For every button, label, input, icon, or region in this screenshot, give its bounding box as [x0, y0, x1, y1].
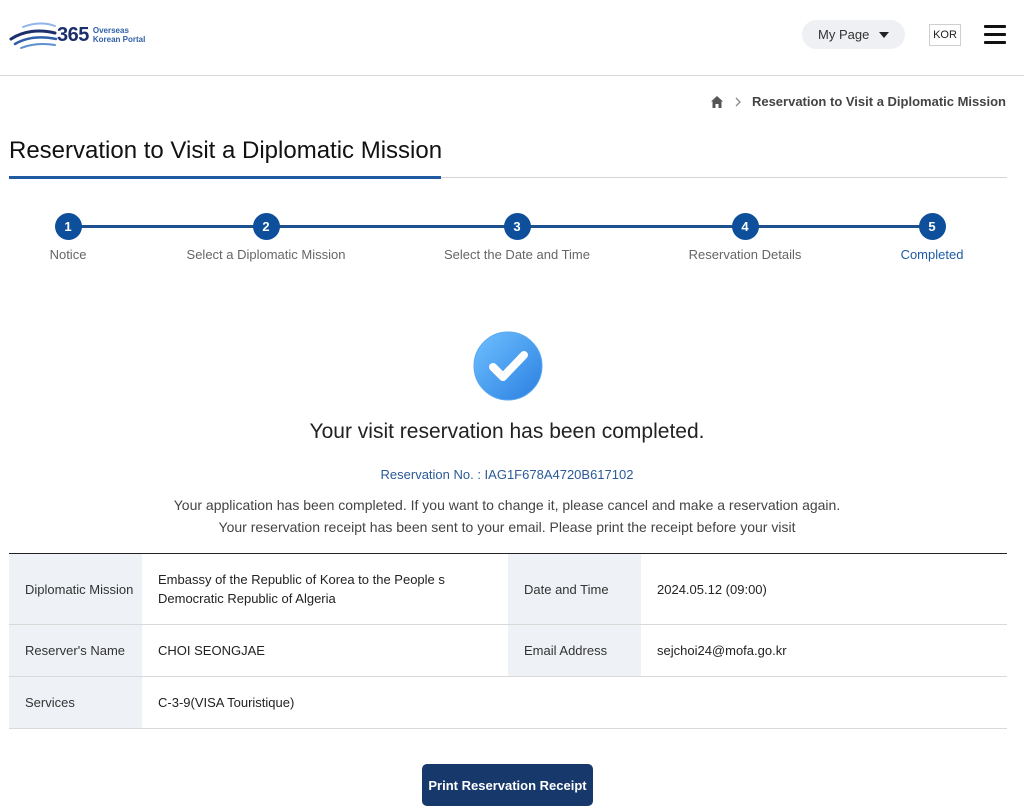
step-1-label: Notice: [49, 247, 87, 262]
site-logo[interactable]: 365 Overseas Korean Portal: [9, 17, 169, 53]
step-5-label: Completed: [900, 247, 964, 262]
breadcrumb-current[interactable]: Reservation to Visit a Diplomatic Missio…: [752, 94, 1006, 109]
step-2-label: Select a Diplomatic Mission: [186, 247, 346, 262]
table-row: Reserver's Name CHOI SEONGJAE Email Addr…: [9, 625, 1007, 677]
reservation-details-table: Diplomatic Mission Embassy of the Republ…: [9, 553, 1007, 729]
step-2-circle: 2: [252, 213, 280, 240]
logo-text: Overseas Korean Portal: [93, 26, 145, 44]
step-4-circle: 4: [731, 213, 759, 240]
step-1-circle: 1: [54, 213, 82, 240]
table-row: Diplomatic Mission Embassy of the Republ…: [9, 554, 1007, 625]
mission-value-line-1: Embassy of the Republic of Korea to the …: [158, 572, 445, 587]
email-label: Email Address: [508, 625, 641, 676]
completion-message-1: Your application has been completed. If …: [173, 497, 841, 513]
completion-title: Your visit reservation has been complete…: [309, 420, 705, 443]
home-icon[interactable]: [710, 95, 724, 109]
language-button[interactable]: KOR: [929, 24, 961, 46]
mission-label: Diplomatic Mission: [9, 554, 142, 624]
step-3-circle: 3: [503, 213, 531, 240]
page-title: Reservation to Visit a Diplomatic Missio…: [9, 137, 443, 164]
datetime-label: Date and Time: [508, 554, 641, 624]
table-row: Services C-3-9(VISA Touristique): [9, 677, 1007, 729]
site-header: 365 Overseas Korean Portal My Page KOR: [0, 0, 1024, 76]
breadcrumb: Reservation to Visit a Diplomatic Missio…: [710, 94, 1006, 109]
check-circle-icon: [473, 331, 543, 401]
reserver-name-value: CHOI SEONGJAE: [158, 643, 265, 658]
completion-message-2: Your reservation receipt has been sent t…: [218, 519, 796, 535]
services-value: C-3-9(VISA Touristique): [158, 695, 295, 710]
mission-value-line-2: Democratic Republic of Algeria: [158, 591, 336, 606]
chevron-right-icon: [735, 97, 741, 106]
services-label: Services: [9, 677, 142, 728]
reserver-name-label: Reserver's Name: [9, 625, 142, 676]
datetime-value: 2024.05.12 (09:00): [657, 581, 767, 597]
logo-swoosh-icon: [9, 22, 58, 49]
mission-value: Embassy of the Republic of Korea to the …: [142, 554, 508, 624]
logo-line-2: Korean Portal: [92, 35, 146, 44]
logo-number: 365: [57, 23, 89, 46]
print-receipt-button[interactable]: Print Reservation Receipt: [422, 764, 593, 806]
step-3-label: Select the Date and Time: [444, 247, 590, 262]
email-value: sejchoi24@mofa.go.kr: [657, 643, 787, 658]
step-5-circle: 5: [918, 213, 946, 240]
reservation-number: Reservation No. : IAG1F678A4720B617102: [380, 467, 634, 482]
progress-line: [68, 225, 932, 228]
step-4-label: Reservation Details: [688, 247, 802, 262]
logo-line-1: Overseas: [92, 26, 129, 35]
my-page-dropdown[interactable]: My Page: [802, 20, 905, 49]
hamburger-menu-icon[interactable]: [983, 25, 1007, 44]
chevron-down-icon: [879, 32, 889, 38]
title-accent-bar: [9, 176, 441, 179]
my-page-label: My Page: [818, 27, 870, 42]
